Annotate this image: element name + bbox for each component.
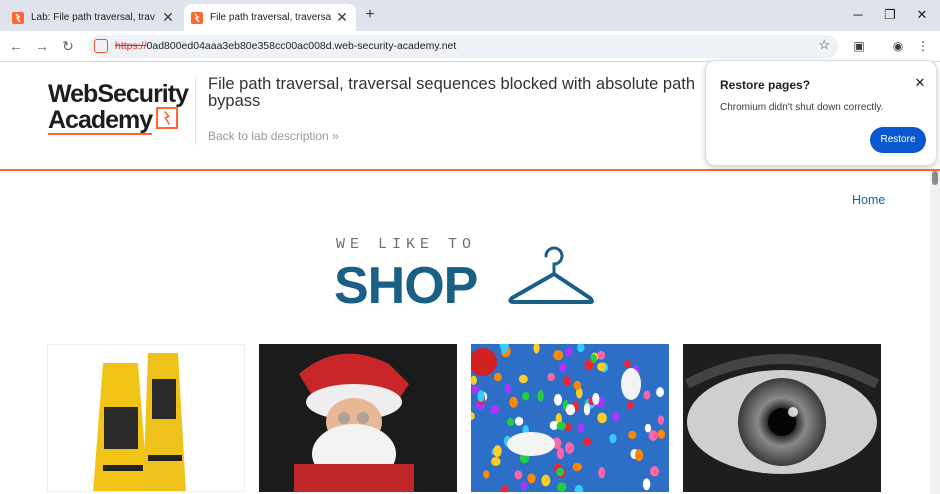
close-tab-icon[interactable]: ✕ (334, 9, 350, 25)
coat-hanger-icon (508, 246, 594, 304)
reload-icon[interactable]: ↻ (58, 36, 78, 56)
home-link[interactable]: Home (852, 193, 885, 207)
tab-strip: Lab: File path traversal, traversal ✕ Fi… (0, 0, 940, 31)
shop-tagline-big: SHOP (334, 257, 478, 315)
dialog-title: Restore pages? (720, 78, 811, 92)
new-tab-button[interactable]: + (361, 6, 379, 24)
tab-title: File path traversal, traversal seq (210, 12, 331, 23)
bookmark-star-icon[interactable]: ☆ (818, 37, 830, 53)
close-window-button[interactable]: ✕ (912, 5, 932, 25)
product-card-image[interactable] (683, 344, 881, 492)
forward-arrow-icon[interactable]: → (32, 36, 52, 56)
wet-floor-signs-image (93, 353, 186, 491)
logo-underline (48, 133, 152, 135)
websecurity-academy-logo[interactable]: WebSecurity Academy (48, 80, 198, 136)
site-info-icon[interactable] (94, 39, 108, 53)
balloons-and-dogs-image (471, 344, 669, 492)
banner-accent-bar (0, 169, 940, 171)
product-grid (0, 344, 940, 494)
restore-button[interactable]: Restore (870, 127, 926, 153)
product-card-image[interactable] (259, 344, 457, 492)
minimize-button[interactable]: ─ (848, 5, 868, 25)
lab-title: File path traversal, traversal sequences… (208, 75, 696, 110)
restore-pages-dialog: Restore pages? ✕ Chromium didn't shut do… (705, 60, 937, 166)
websecurity-favicon (12, 11, 24, 24)
profile-icon[interactable]: ◉ (889, 37, 907, 55)
dialog-close-icon[interactable]: ✕ (913, 76, 927, 90)
logo-text-line2: Academy (48, 106, 153, 134)
dialog-message: Chromium didn't shut down correctly. (720, 102, 884, 113)
close-tab-icon[interactable]: ✕ (160, 9, 176, 25)
lightning-bolt-icon (156, 107, 178, 129)
eye-closeup-image (683, 344, 881, 492)
tab-title: Lab: File path traversal, traversal (31, 12, 155, 23)
product-card-image[interactable] (47, 344, 245, 492)
websecurity-favicon (191, 11, 203, 24)
we-like-to-shop-logo: WE LIKE TO SHOP (332, 234, 602, 315)
tab-lab-description[interactable]: Lab: File path traversal, traversal ✕ (12, 4, 182, 31)
back-arrow-icon[interactable]: ← (6, 36, 26, 56)
shop-tagline-small: WE LIKE TO (336, 236, 477, 253)
scrollbar-thumb[interactable] (932, 171, 938, 185)
back-to-lab-link[interactable]: Back to lab description » (208, 129, 339, 143)
cast-search-icon[interactable]: ▣ (850, 37, 868, 55)
address-bar[interactable]: https://0ad800ed04aaa3eb80e358cc00ac008d… (88, 35, 838, 58)
browser-toolbar: ← → ↻ https://0ad800ed04aaa3eb80e358cc00… (0, 31, 940, 62)
url-host: 0ad800ed04aaa3eb80e358cc00ac008d.web-sec… (146, 40, 457, 52)
banner-divider (195, 77, 196, 145)
url-scheme: https:// (115, 40, 147, 52)
restore-window-button[interactable]: ❐ (880, 5, 900, 25)
logo-text-line1: WebSecurity (48, 80, 189, 108)
url-text: https://0ad800ed04aaa3eb80e358cc00ac008d… (115, 40, 456, 52)
santa-with-lights-image (259, 344, 457, 492)
tab-active-lab[interactable]: File path traversal, traversal seq ✕ (184, 4, 356, 31)
page-scrollbar[interactable] (930, 171, 940, 494)
product-card-image[interactable] (471, 344, 669, 492)
menu-kebab-icon[interactable]: ⋮ (914, 37, 932, 55)
